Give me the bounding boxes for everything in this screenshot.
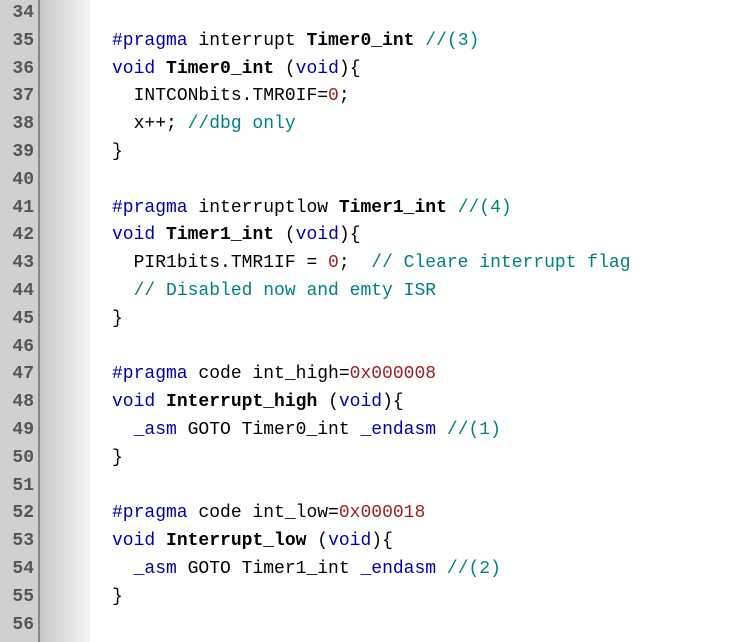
code-line[interactable]: } [112,445,756,473]
code-line[interactable]: void Interrupt_high (void){ [112,389,756,417]
line-number: 36 [0,56,34,84]
line-number: 37 [0,83,34,111]
code-line[interactable]: x++; //dbg only [112,111,756,139]
code-line[interactable]: _asm GOTO Timer0_int _endasm //(1) [112,417,756,445]
code-line[interactable]: void Timer0_int (void){ [112,56,756,84]
line-number: 38 [0,111,34,139]
code-line[interactable]: } [112,139,756,167]
code-line[interactable]: #pragma code int_low=0x000018 [112,500,756,528]
line-number: 35 [0,28,34,56]
code-editor-area[interactable]: #pragma interrupt Timer0_int //(3)void T… [90,0,756,642]
line-number: 56 [0,612,34,640]
code-line[interactable]: #pragma interrupt Timer0_int //(3) [112,28,756,56]
line-number: 39 [0,139,34,167]
code-line[interactable] [112,334,756,362]
code-line[interactable]: _asm GOTO Timer1_int _endasm //(2) [112,556,756,584]
line-number: 42 [0,222,34,250]
line-number: 41 [0,195,34,223]
line-number: 46 [0,334,34,362]
line-number: 34 [0,0,34,28]
code-line[interactable]: } [112,584,756,612]
line-number: 52 [0,500,34,528]
code-line[interactable] [112,0,756,28]
line-number: 55 [0,584,34,612]
code-line[interactable]: #pragma interruptlow Timer1_int //(4) [112,195,756,223]
line-number: 48 [0,389,34,417]
line-number: 50 [0,445,34,473]
line-number: 45 [0,306,34,334]
line-number: 44 [0,278,34,306]
line-number: 40 [0,167,34,195]
code-line[interactable] [112,612,756,640]
line-number: 49 [0,417,34,445]
line-number-gutter: 3435363738394041424344454647484950515253… [0,0,40,642]
code-line[interactable]: PIR1bits.TMR1IF = 0; // Cleare interrupt… [112,250,756,278]
code-line[interactable] [112,473,756,501]
code-line[interactable]: INTCONbits.TMR0IF=0; [112,83,756,111]
line-number: 47 [0,361,34,389]
line-number: 54 [0,556,34,584]
gutter-divider [40,0,90,642]
code-line[interactable]: void Timer1_int (void){ [112,222,756,250]
code-line[interactable]: } [112,306,756,334]
code-line[interactable]: // Disabled now and emty ISR [112,278,756,306]
code-line[interactable]: void Interrupt_low (void){ [112,528,756,556]
code-line[interactable]: #pragma code int_high=0x000008 [112,361,756,389]
line-number: 51 [0,473,34,501]
line-number: 43 [0,250,34,278]
line-number: 53 [0,528,34,556]
code-line[interactable] [112,167,756,195]
